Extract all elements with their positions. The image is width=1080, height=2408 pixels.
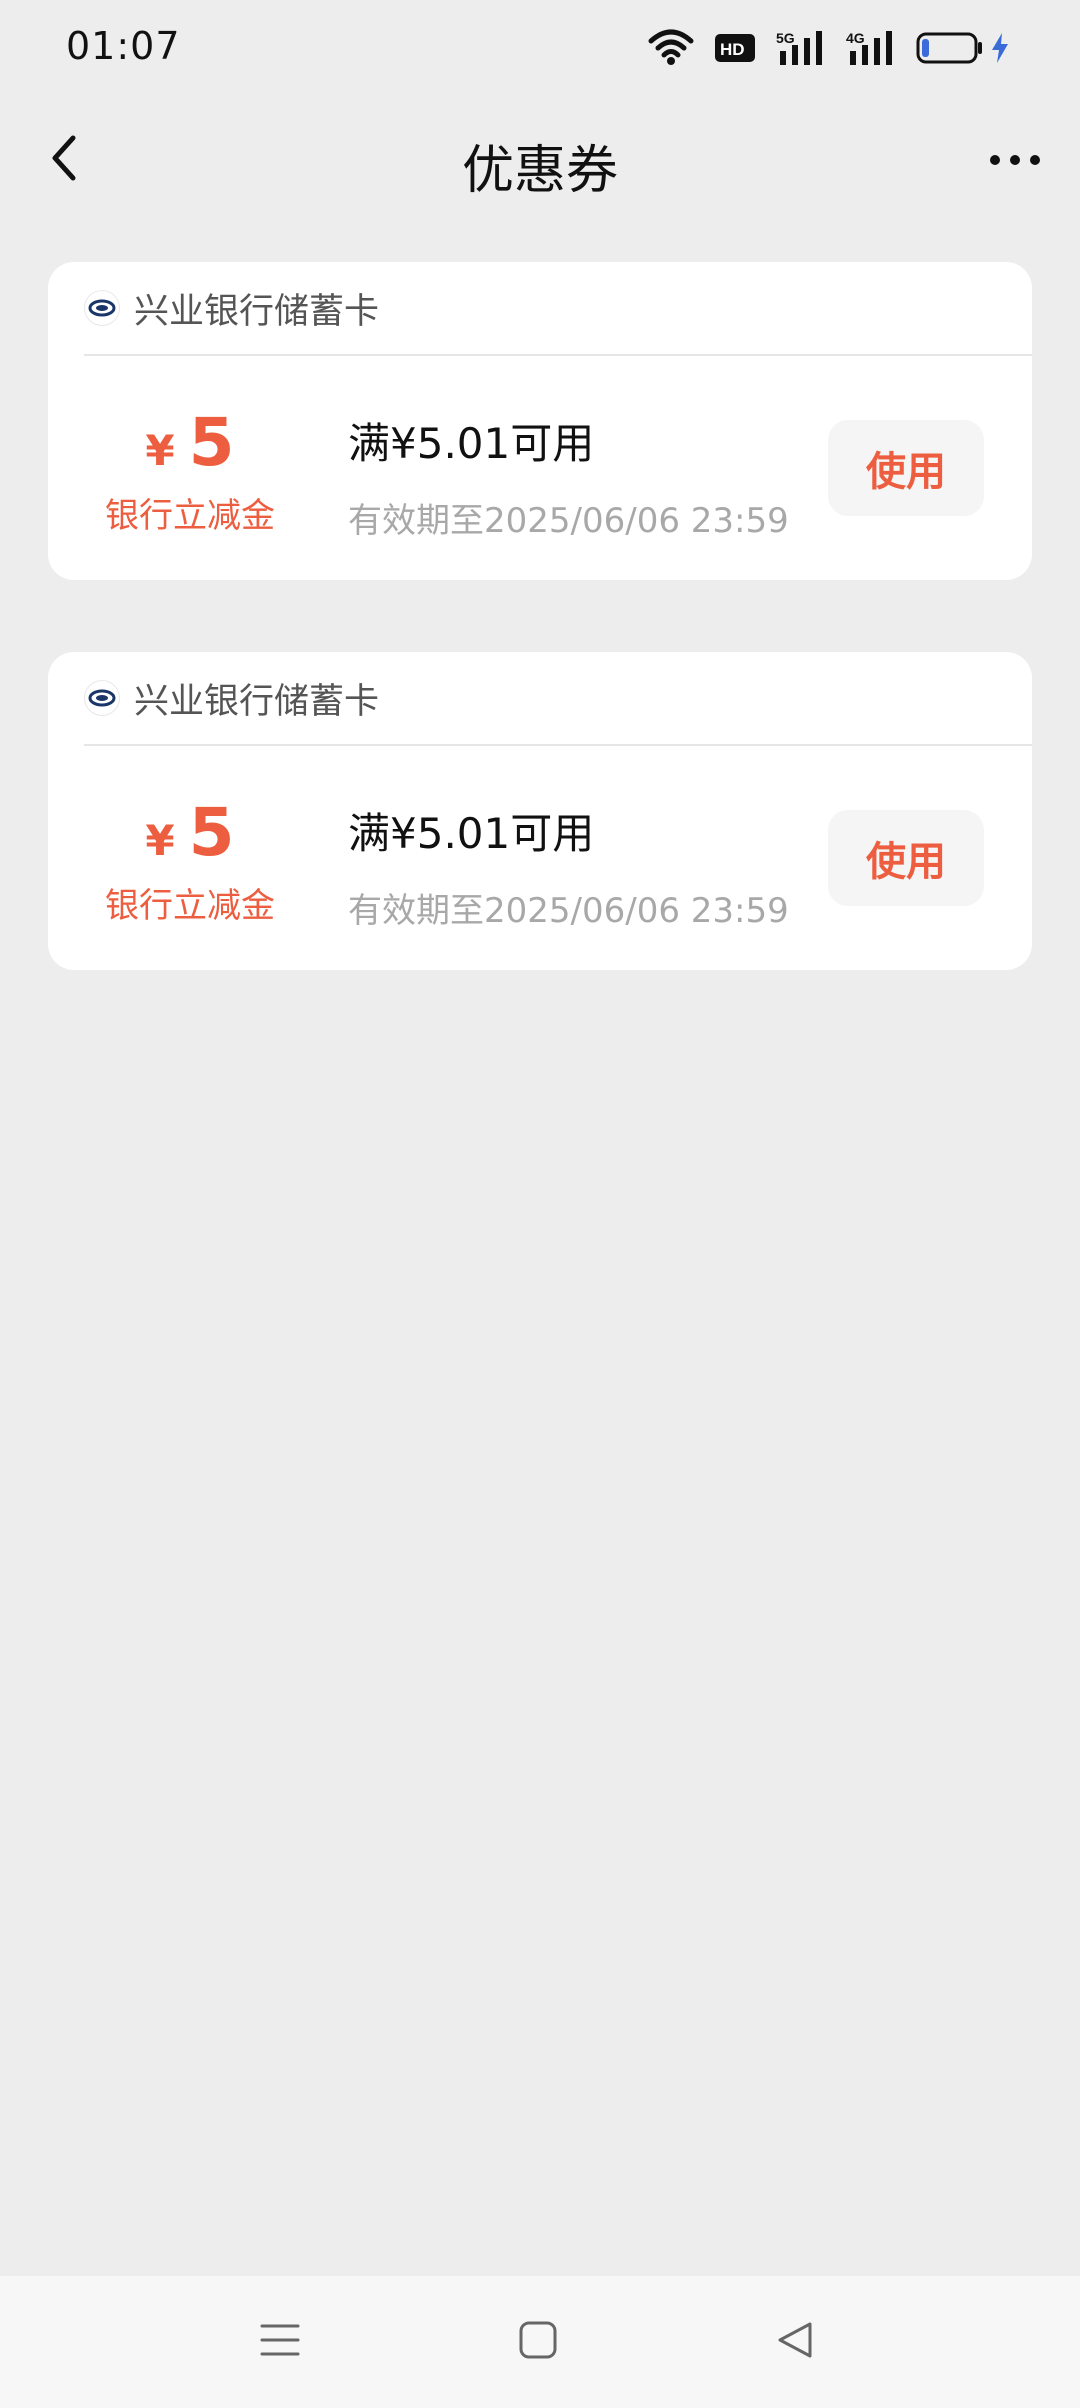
currency-symbol: ¥ <box>145 816 175 865</box>
page-title: 优惠券 <box>461 141 618 201</box>
menu-button[interactable] <box>250 2314 310 2370</box>
more-icon <box>990 155 1000 165</box>
use-button[interactable]: 使用 <box>828 810 984 906</box>
coupon-amount: ¥ 5 <box>48 800 332 866</box>
card-header: 兴业银行储蓄卡 <box>84 262 1032 356</box>
coupon-card: 兴业银行储蓄卡 ¥ 5 银行立减金 满¥5.01可用 有效期至2025/06/0… <box>48 262 1032 580</box>
currency-symbol: ¥ <box>145 426 175 475</box>
amount-label: 银行立减金 <box>105 886 275 926</box>
amount-label: 银行立减金 <box>105 496 275 536</box>
amount-value: 5 <box>188 794 235 871</box>
bank-logo-icon <box>84 290 120 326</box>
hd-icon: HD <box>714 31 756 65</box>
system-nav-bar <box>0 2276 1080 2408</box>
coupon-expiry: 有效期至2025/06/06 23:59 <box>348 501 789 541</box>
coupon-condition: 满¥5.01可用 <box>348 419 595 468</box>
bank-name: 兴业银行储蓄卡 <box>134 291 380 332</box>
svg-text:HD: HD <box>720 40 745 59</box>
home-button[interactable] <box>508 2314 568 2370</box>
coupon-expiry: 有效期至2025/06/06 23:59 <box>348 891 789 931</box>
coupon-details: 满¥5.01可用 有效期至2025/06/06 23:59 <box>348 410 789 542</box>
status-bar: 01:07 HD 5G 4G <box>0 0 1080 96</box>
status-time: 01:07 <box>66 24 181 68</box>
signal-4g-icon: 4G <box>846 29 896 67</box>
svg-text:5G: 5G <box>776 30 795 46</box>
status-icons: HD 5G 4G <box>648 26 1010 70</box>
coupon-card: 兴业银行储蓄卡 ¥ 5 银行立减金 满¥5.01可用 有效期至2025/06/0… <box>48 652 1032 970</box>
coupon-details: 满¥5.01可用 有效期至2025/06/06 23:59 <box>348 800 789 932</box>
bank-name: 兴业银行储蓄卡 <box>134 681 380 722</box>
coupon-condition: 满¥5.01可用 <box>348 809 595 858</box>
coupon-amount: ¥ 5 <box>48 410 332 476</box>
amount-block: ¥ 5 银行立减金 <box>48 410 332 537</box>
use-button[interactable]: 使用 <box>828 420 984 516</box>
amount-value: 5 <box>188 404 235 481</box>
home-icon <box>518 2320 558 2364</box>
nav-bar: 优惠券 <box>0 110 1080 210</box>
card-header: 兴业银行储蓄卡 <box>84 652 1032 746</box>
battery-icon <box>916 31 984 65</box>
amount-block: ¥ 5 银行立减金 <box>48 800 332 927</box>
back-triangle-icon <box>776 2320 816 2364</box>
svg-text:4G: 4G <box>846 30 865 46</box>
charging-icon <box>990 31 1010 65</box>
more-button[interactable] <box>980 132 1050 188</box>
signal-5g-icon: 5G <box>776 29 826 67</box>
wifi-icon <box>648 28 694 68</box>
bank-logo-icon <box>84 680 120 716</box>
system-back-button[interactable] <box>766 2314 826 2370</box>
menu-icon <box>260 2320 300 2364</box>
